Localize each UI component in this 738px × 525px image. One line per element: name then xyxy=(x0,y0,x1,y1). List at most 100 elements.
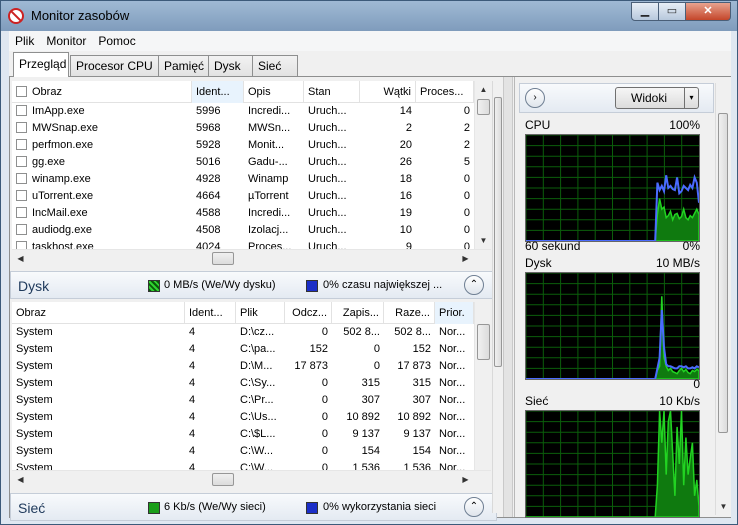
col-procesor[interactable]: Proces... xyxy=(416,81,474,103)
tab-procesor-cpu[interactable]: Procesor CPU xyxy=(70,55,159,76)
cpu-table-hscroll[interactable]: ◀ ▶ xyxy=(12,249,491,266)
cpu-table-row[interactable]: IncMail.exe 4588 Incredi... Uruch... 19 0 xyxy=(12,205,491,222)
disk-table-row[interactable]: System 4 C:\$L... 0 9 137 9 137 Nor... xyxy=(12,426,491,443)
scroll-down-icon[interactable]: ▼ xyxy=(475,232,491,249)
row-checkbox[interactable] xyxy=(16,207,27,218)
col-ident[interactable]: Ident... xyxy=(192,81,244,103)
panel-splitter[interactable] xyxy=(502,77,514,517)
cpu-table-row[interactable]: gg.exe 5016 Gadu-... Uruch... 26 5 xyxy=(12,154,491,171)
disk-graph xyxy=(525,272,700,380)
col-obraz[interactable]: Obraz xyxy=(12,81,192,103)
row-checkbox[interactable] xyxy=(16,173,27,184)
col-opis[interactable]: Opis xyxy=(244,81,304,103)
tab-dysk[interactable]: Dysk xyxy=(208,55,253,76)
disk-table-row[interactable]: System 4 C:\pa... 152 0 152 Nor... xyxy=(12,341,491,358)
scroll-left-icon[interactable]: ◀ xyxy=(12,250,29,267)
network-io-legend-icon xyxy=(148,502,160,514)
cell-stan: Uruch... xyxy=(308,207,347,219)
maximize-button[interactable]: ▭ xyxy=(658,2,686,21)
col-plik[interactable]: Plik xyxy=(236,302,285,324)
tab-pamiec[interactable]: Pamięć xyxy=(158,55,209,76)
cpu-table-row[interactable]: taskhost.exe 4024 Proces... Uruch... 9 0 xyxy=(12,239,491,249)
cpu-table-vscroll[interactable]: ▲ ▼ xyxy=(474,81,491,249)
expand-graphs-icon[interactable]: › xyxy=(525,88,545,108)
disk-table-row[interactable]: System 4 D:\cz... 0 502 8... 502 8... Nor... xyxy=(12,324,491,341)
disk-section-header[interactable]: Dysk 0 MB/s (We/Wy dysku) 0% czasu najwi… xyxy=(10,271,497,299)
cpu-table-row[interactable]: MWSnap.exe 5968 MWSn... Uruch... 2 2 xyxy=(12,120,491,137)
col-zapis[interactable]: Zapis... xyxy=(332,302,384,324)
row-checkbox[interactable] xyxy=(16,156,27,167)
col-watki[interactable]: Wątki xyxy=(360,81,416,103)
cell-zapis: 0 xyxy=(373,360,380,372)
menu-plik[interactable]: Plik xyxy=(9,31,40,51)
scroll-thumb[interactable] xyxy=(477,324,490,360)
disk-table-vscroll[interactable] xyxy=(474,302,491,470)
disk-table-row[interactable]: System 4 C:\W... 0 154 154 Nor... xyxy=(12,443,491,460)
col-ident[interactable]: Ident... xyxy=(185,302,236,324)
col-priorytet[interactable]: Prior. xyxy=(435,302,474,324)
tab-przeglad[interactable]: Przegląd xyxy=(13,52,69,77)
col-obraz[interactable]: Obraz xyxy=(12,302,185,324)
scroll-up-icon[interactable]: ▲ xyxy=(475,81,491,98)
cell-procesor: 0 xyxy=(463,173,470,185)
cpu-table-row[interactable]: uTorrent.exe 4664 µTorrent Uruch... 16 0 xyxy=(12,188,491,205)
hscroll-thumb[interactable] xyxy=(212,252,234,265)
views-dropdown-icon[interactable]: ▾ xyxy=(684,88,698,108)
row-checkbox[interactable] xyxy=(16,139,27,150)
row-checkbox[interactable] xyxy=(16,190,27,201)
cell-procesor: 5 xyxy=(463,156,470,168)
title-bar[interactable]: Monitor zasobów ▁ ▭ ✕ xyxy=(1,1,737,31)
cpu-table-row[interactable]: ImApp.exe 5996 Incredi... Uruch... 14 0 xyxy=(12,103,491,120)
collapse-network-icon[interactable]: ⌃ xyxy=(464,497,484,517)
scroll-thumb[interactable] xyxy=(718,113,728,433)
graphs-vscroll[interactable]: ▼ xyxy=(715,83,730,515)
scroll-left-icon[interactable]: ◀ xyxy=(12,471,29,488)
scroll-right-icon[interactable]: ▶ xyxy=(457,471,474,488)
select-all-checkbox[interactable] xyxy=(16,86,27,97)
cpu-table-row[interactable]: perfmon.exe 5928 Monit... Uruch... 20 2 xyxy=(12,137,491,154)
disk-table-row[interactable]: System 4 D:\M... 17 873 0 17 873 Nor... xyxy=(12,358,491,375)
cpu-table-row[interactable]: audiodg.exe 4508 Izolacj... Uruch... 10 0 xyxy=(12,222,491,239)
network-section-header[interactable]: Sieć 6 Kb/s (We/Wy sieci) 0% wykorzystan… xyxy=(10,493,497,521)
scroll-thumb[interactable] xyxy=(494,97,502,367)
row-checkbox[interactable] xyxy=(16,224,27,235)
cell-obraz: System xyxy=(16,343,53,355)
cell-odczyt: 0 xyxy=(321,428,328,440)
left-panel-vscroll[interactable] xyxy=(492,81,502,513)
disk-table-row[interactable]: System 4 C:\Sy... 0 315 315 Nor... xyxy=(12,375,491,392)
scroll-right-icon[interactable]: ▶ xyxy=(457,250,474,267)
disk-time-legend-icon xyxy=(306,280,318,292)
col-odczyt[interactable]: Odcz... xyxy=(285,302,332,324)
col-stan[interactable]: Stan xyxy=(304,81,360,103)
scroll-down-icon[interactable]: ▼ xyxy=(716,498,731,515)
close-button[interactable]: ✕ xyxy=(685,2,731,21)
cell-priorytet: Nor... xyxy=(439,462,466,470)
cpu-table-row[interactable]: winamp.exe 4928 Winamp Uruch... 18 0 xyxy=(12,171,491,188)
tab-siec[interactable]: Sieć xyxy=(252,55,298,76)
cell-priorytet: Nor... xyxy=(439,411,466,423)
row-checkbox[interactable] xyxy=(16,241,27,249)
row-checkbox[interactable] xyxy=(16,122,27,133)
hscroll-thumb[interactable] xyxy=(212,473,234,486)
row-checkbox[interactable] xyxy=(16,105,27,116)
disk-table-hscroll[interactable]: ◀ ▶ xyxy=(12,470,491,487)
menu-monitor[interactable]: Monitor xyxy=(40,31,92,51)
disk-graph-panel: Dysk 10 MB/s 0 xyxy=(525,255,700,395)
cell-procesor: 0 xyxy=(463,241,470,249)
cell-opis: Izolacj... xyxy=(248,224,289,236)
disk-table-row[interactable]: System 4 C:\Us... 0 10 892 10 892 Nor... xyxy=(12,409,491,426)
cell-stan: Uruch... xyxy=(308,105,347,117)
cell-odczyt: 17 873 xyxy=(294,360,328,372)
views-button[interactable]: Widoki ▾ xyxy=(615,87,699,109)
cell-obraz: System xyxy=(16,428,53,440)
scroll-thumb[interactable] xyxy=(477,99,490,115)
disk-table-row[interactable]: System 4 C:\W... 0 1 536 1 536 Nor... xyxy=(12,460,491,470)
disk-table-row[interactable]: System 4 C:\Pr... 0 307 307 Nor... xyxy=(12,392,491,409)
cell-stan: Uruch... xyxy=(308,173,347,185)
menu-pomoc[interactable]: Pomoc xyxy=(92,31,141,51)
minimize-button[interactable]: ▁ xyxy=(631,2,659,21)
col-razem[interactable]: Raze... xyxy=(384,302,435,324)
cell-priorytet: Nor... xyxy=(439,428,466,440)
collapse-disk-icon[interactable]: ⌃ xyxy=(464,275,484,295)
disk-table-header: Obraz Ident... Plik Odcz... Zapis... Raz… xyxy=(12,302,474,324)
